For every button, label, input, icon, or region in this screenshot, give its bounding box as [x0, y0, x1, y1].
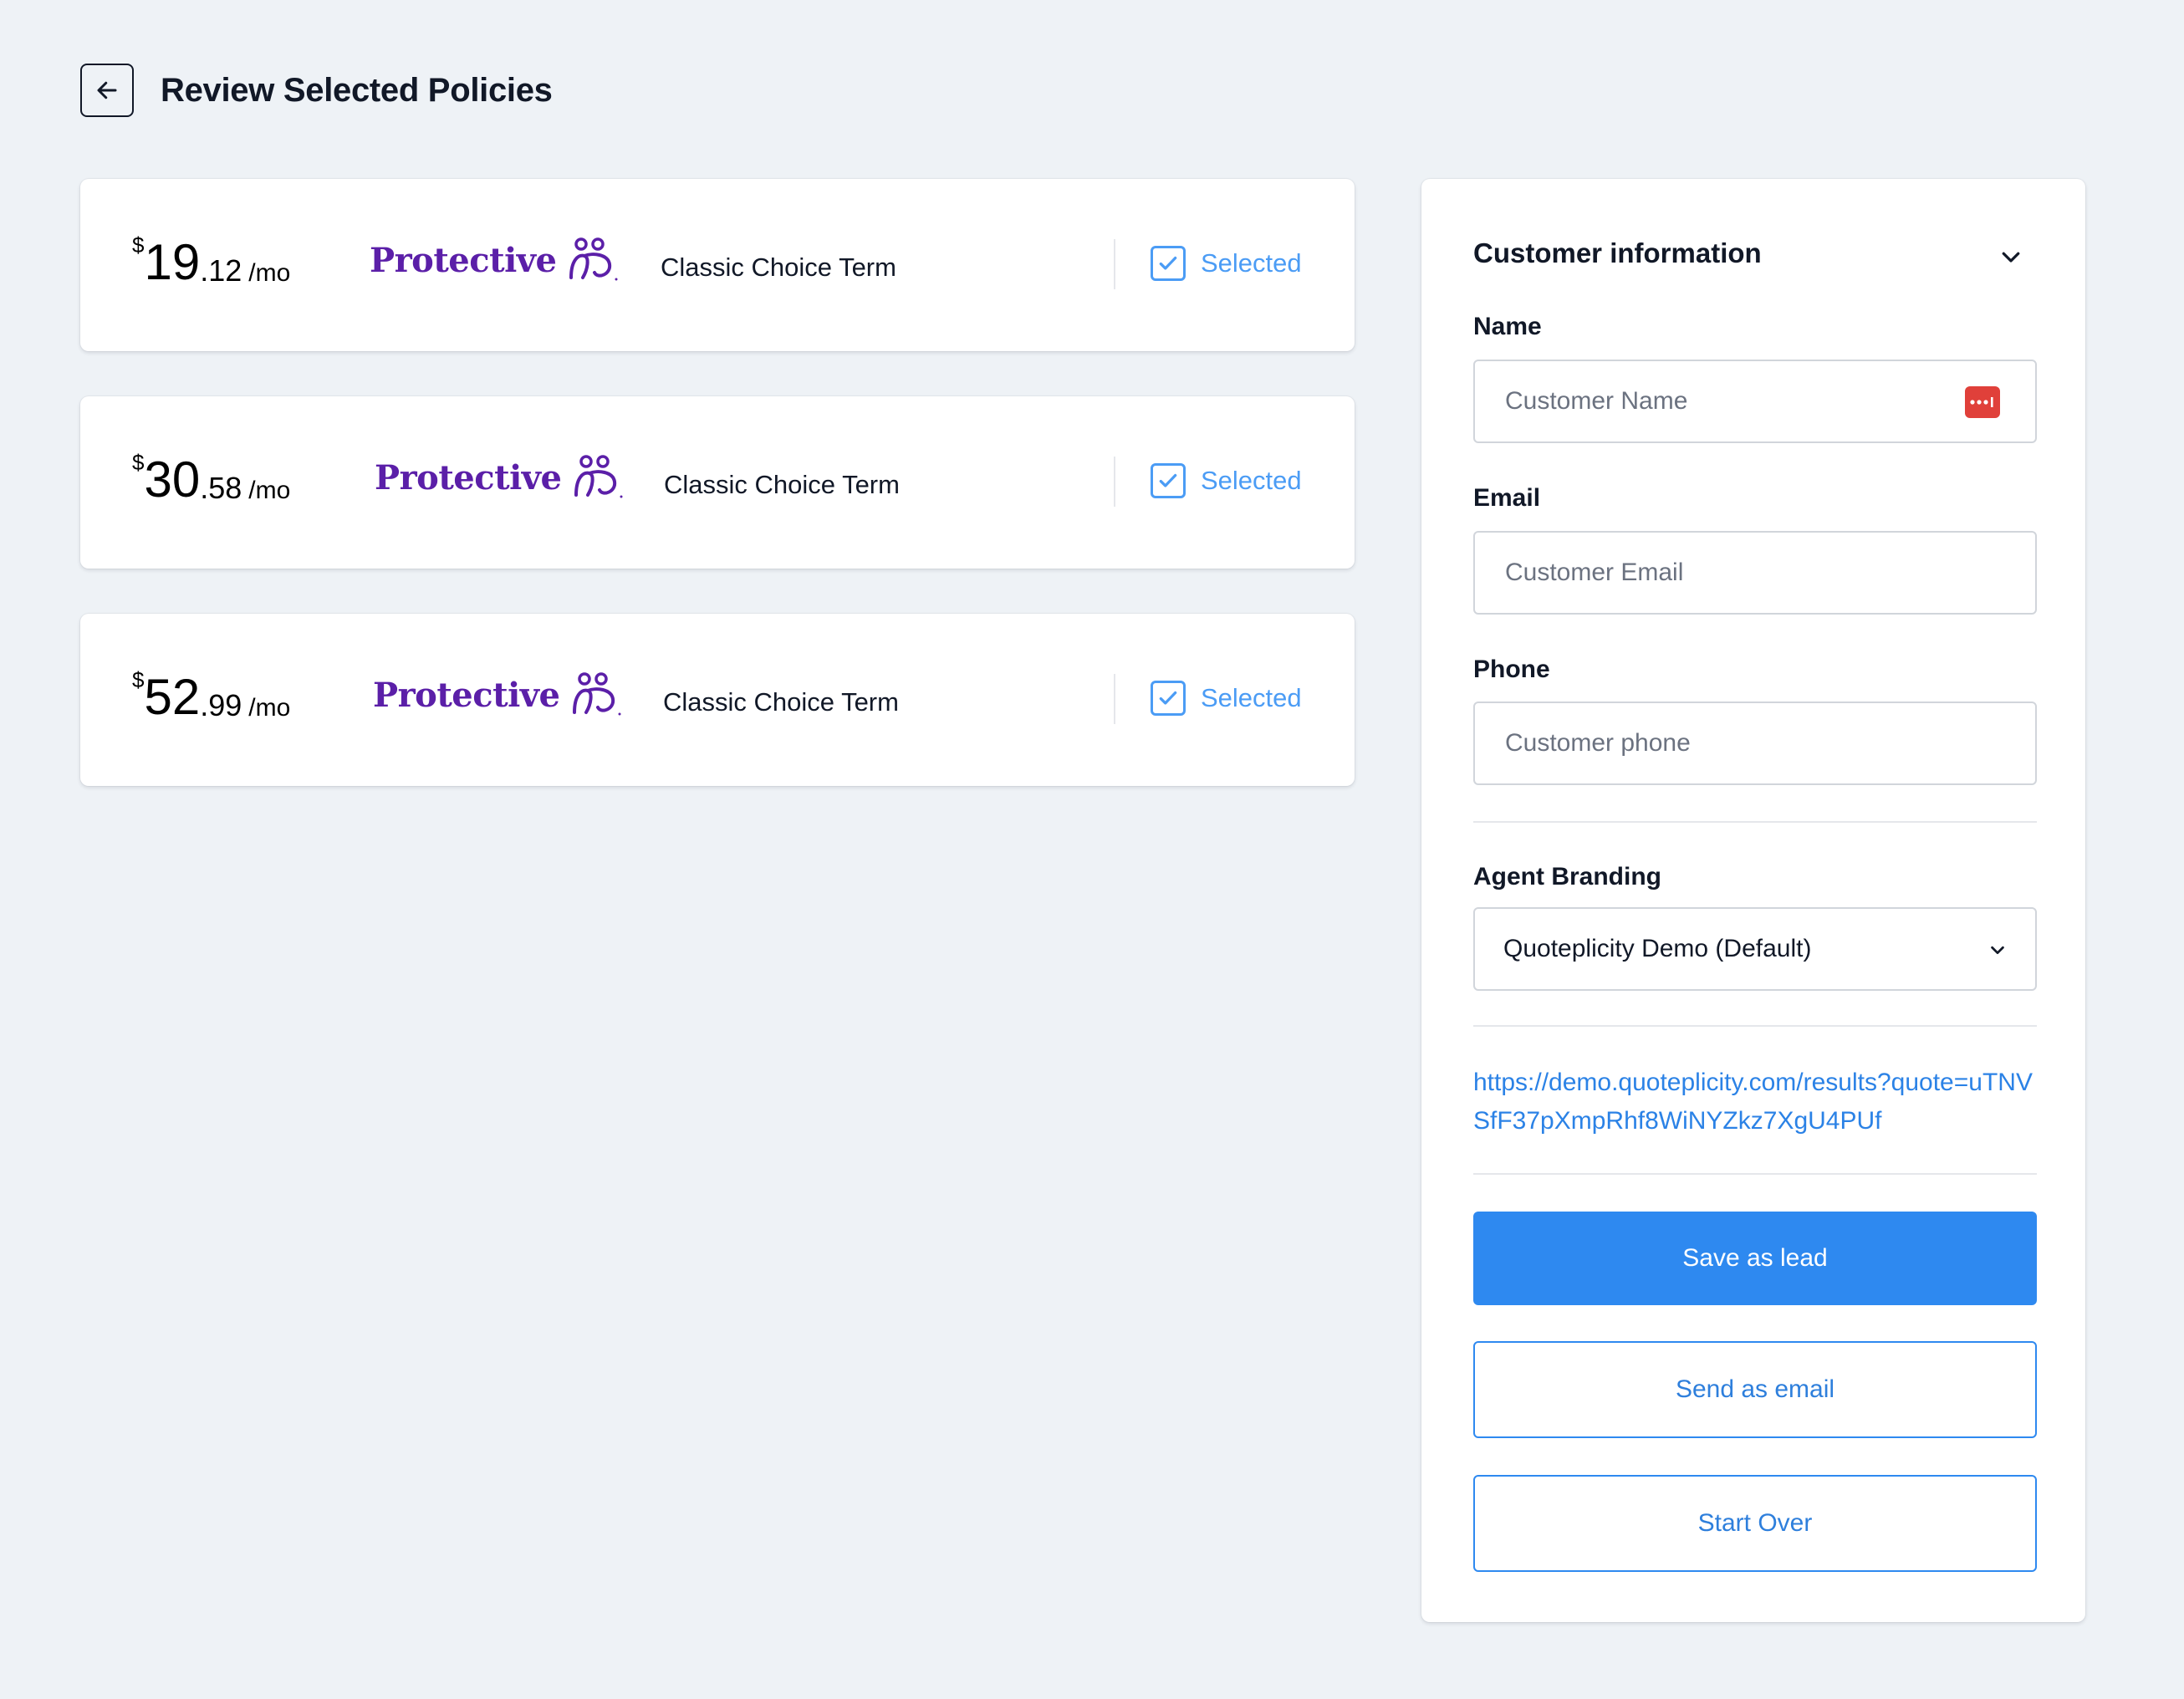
card-divider: [1114, 674, 1115, 724]
price-currency: $: [132, 667, 145, 692]
quote-link[interactable]: https://demo.quoteplicity.com/results?qu…: [1473, 1064, 2042, 1140]
carrier-logo-icon: [569, 237, 618, 281]
selected-checkbox[interactable]: [1151, 463, 1186, 498]
email-input[interactable]: [1503, 558, 1975, 588]
card-divider: [1114, 457, 1115, 507]
page-header: Review Selected Policies: [80, 64, 553, 117]
policy-select-toggle[interactable]: Selected: [1151, 463, 1302, 498]
start-over-button[interactable]: Start Over: [1473, 1475, 2037, 1572]
password-dots-icon[interactable]: [1965, 386, 2000, 418]
checkmark-icon: [1159, 691, 1177, 705]
name-label: Name: [1473, 313, 1542, 340]
price-cents: .99: [200, 688, 242, 722]
card-divider: [1114, 239, 1115, 289]
name-field-box: [1473, 360, 2037, 443]
policy-select-toggle[interactable]: Selected: [1151, 681, 1302, 716]
chevron-down-icon: [1991, 946, 2004, 955]
back-button[interactable]: [80, 64, 134, 117]
plan-name: Classic Choice Term: [664, 470, 900, 499]
selected-checkbox[interactable]: [1151, 681, 1186, 716]
send-as-email-button[interactable]: Send as email: [1473, 1341, 2037, 1438]
carrier-logo-icon: [573, 672, 621, 716]
selected-label: Selected: [1201, 683, 1302, 712]
price-cents: .12: [200, 253, 242, 288]
carrier-logo: Protective: [370, 236, 623, 284]
policy-select-toggle[interactable]: Selected: [1151, 246, 1302, 281]
price-period: /mo: [248, 477, 291, 504]
email-field-box: [1473, 531, 2037, 615]
selected-checkbox[interactable]: [1151, 246, 1186, 281]
price-period: /mo: [248, 259, 291, 287]
price-currency: $: [132, 450, 145, 475]
agent-branding-label: Agent Branding: [1473, 863, 1661, 890]
policy-price: $ 52 .99 /mo: [132, 669, 290, 722]
arrow-left-icon: [97, 81, 117, 99]
section-divider: [1473, 1025, 2037, 1027]
section-divider: [1473, 821, 2037, 823]
policy-price: $ 30 .58 /mo: [132, 452, 290, 505]
plan-name: Classic Choice Term: [661, 253, 896, 282]
policy-card: $ 19 .12 /mo Protective Classic Choice T…: [80, 179, 1355, 351]
selected-label: Selected: [1201, 248, 1302, 278]
customer-info-panel: Customer information Name Email Phone Ag…: [1421, 179, 2085, 1622]
price-cents: .58: [200, 471, 242, 505]
checkmark-icon: [1159, 473, 1177, 487]
policy-card: $ 52 .99 /mo Protective Classic Choice T…: [80, 614, 1355, 786]
phone-input[interactable]: [1503, 728, 1975, 758]
price-currency: $: [132, 232, 145, 258]
name-input[interactable]: [1503, 386, 1975, 416]
price-period: /mo: [248, 694, 291, 722]
price-whole: 52: [144, 669, 201, 725]
chevron-down-icon: [2002, 252, 2020, 263]
carrier-name: Protective: [373, 675, 560, 715]
carrier-logo: Protective: [373, 671, 626, 719]
customer-info-title: Customer information: [1473, 237, 1762, 268]
checkmark-icon: [1159, 256, 1177, 270]
selected-label: Selected: [1201, 466, 1302, 495]
agent-branding-value: Quoteplicity Demo (Default): [1503, 935, 1812, 962]
save-as-lead-button[interactable]: Save as lead: [1473, 1212, 2037, 1305]
email-label: Email: [1473, 484, 1541, 512]
agent-branding-select[interactable]: Quoteplicity Demo (Default): [1473, 907, 2037, 991]
collapse-button[interactable]: [1995, 241, 2027, 273]
carrier-name: Protective: [375, 457, 562, 497]
policy-list: $ 19 .12 /mo Protective Classic Choice T…: [80, 179, 1355, 831]
price-whole: 19: [144, 234, 201, 290]
carrier-logo-icon: [574, 455, 623, 498]
carrier-name: Protective: [370, 240, 557, 280]
plan-name: Classic Choice Term: [663, 687, 899, 717]
phone-field-box: [1473, 702, 2037, 785]
dots-glyph-icon: [1970, 397, 1993, 407]
carrier-logo: Protective: [375, 453, 628, 502]
policy-card: $ 30 .58 /mo Protective Classic Choice T…: [80, 396, 1355, 569]
price-whole: 30: [144, 452, 201, 508]
phone-label: Phone: [1473, 656, 1550, 683]
section-divider: [1473, 1173, 2037, 1175]
page-title: Review Selected Policies: [161, 71, 553, 109]
policy-price: $ 19 .12 /mo: [132, 234, 290, 288]
